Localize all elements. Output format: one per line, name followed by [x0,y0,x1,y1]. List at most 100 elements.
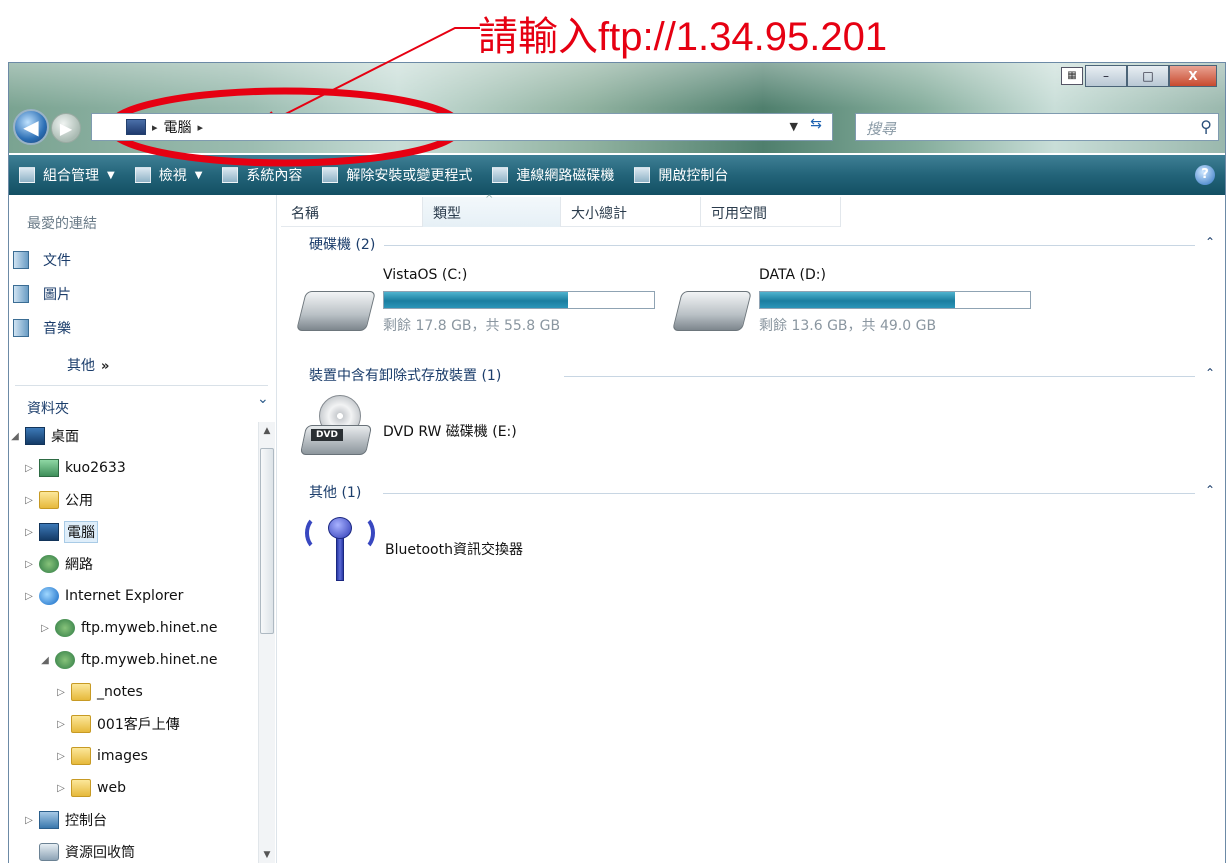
tree-expand-icon[interactable]: ▷ [55,687,67,698]
drive-item-d[interactable]: DATA (D:) 剩餘 13.6 GB，共 49.0 GB [672,267,1047,347]
tree-item-ftp-site[interactable]: ▷ ftp.myweb.hinet.ne [39,616,218,640]
close-button[interactable]: X [1169,65,1217,87]
tree-expand-icon[interactable]: ▷ [23,463,35,474]
tree-item-ftp-site-expanded[interactable]: ◢ ftp.myweb.hinet.ne [39,648,218,672]
dvd-drive-item[interactable]: DVD DVD RW 磁碟機 (E:) [299,395,601,465]
tree-item-label: _notes [97,684,143,700]
view-label: 檢視 [158,168,187,184]
chevron-down-icon[interactable]: ⌄ [257,391,269,407]
breadcrumb-separator[interactable]: ▸ [152,121,158,134]
tree-item-web[interactable]: ▷ web [55,776,126,800]
tree-expand-icon[interactable]: ◢ [9,431,21,442]
group-divider [383,493,1195,494]
tree-item-label: 001客戶上傳 [97,717,180,733]
dvd-drive-label: DVD RW 磁碟機 (E:) [383,424,517,440]
uninstall-program-label: 解除安裝或變更程式 [346,168,473,184]
system-properties-label: 系統內容 [246,168,303,184]
tree-scrollbar[interactable]: ▲ ▼ [258,422,275,863]
breadcrumb-computer[interactable]: 電腦 [164,117,192,137]
control-panel-icon [39,811,59,829]
forward-button[interactable]: ▶ [51,113,81,143]
dvd-badge: DVD [311,429,343,441]
organize-menu[interactable]: 組合管理 ▼ [9,155,125,195]
column-total-size[interactable]: 大小總計 [561,197,701,227]
tree-item-notes[interactable]: ▷ _notes [55,680,143,704]
dvd-drive-icon: DVD [299,395,373,459]
group-other[interactable]: 其他 (1) [309,483,361,501]
tree-item-desktop[interactable]: ◢ 桌面 [9,424,79,448]
documents-icon [13,251,29,269]
drive-item-c[interactable]: VistaOS (C:) 剩餘 17.8 GB，共 55.8 GB [296,267,671,347]
column-free-space[interactable]: 可用空間 [701,197,841,227]
window-controls: – □ X [1085,65,1217,87]
minimize-button[interactable]: – [1085,65,1127,87]
pictures-icon [13,285,29,303]
refresh-icon[interactable]: ⇆ [804,116,828,138]
collapse-icon[interactable]: ⌃ [1205,366,1215,380]
scrollbar-thumb[interactable] [260,448,274,634]
group-hard-drives[interactable]: 硬碟機 (2) [309,235,375,253]
bluetooth-item[interactable]: Bluetooth資訊交換器 [301,511,601,591]
tree-expand-icon[interactable]: ▷ [55,783,67,794]
scroll-up-icon[interactable]: ▲ [259,426,275,436]
folders-header[interactable]: 資料夾 [27,398,69,418]
antenna-head [328,517,352,539]
tree-item-label: web [97,780,126,796]
address-dropdown-icon[interactable]: ▼ [790,120,798,133]
map-network-drive-button[interactable]: 連線網路磁碟機 [482,155,624,195]
search-icon[interactable]: ⚲ [1200,117,1212,136]
help-icon[interactable]: ? [1195,165,1215,185]
collapse-icon[interactable]: ⌃ [1205,483,1215,497]
address-bar[interactable]: ▸ 電腦 ▸ ▼ ⇆ [91,113,833,141]
maximize-button[interactable]: □ [1127,65,1169,87]
open-control-panel-button[interactable]: 開啟控制台 [624,155,738,195]
tree-expand-icon[interactable]: ▷ [23,527,35,538]
view-menu[interactable]: 檢視 ▼ [125,155,213,195]
tree-expand-icon[interactable]: ▷ [55,719,67,730]
favorite-link-documents[interactable]: 文件 [13,250,71,270]
tree-collapse-icon[interactable]: ◢ [39,655,51,666]
tree-item-public[interactable]: ▷ 公用 [23,488,93,512]
system-properties-icon [222,167,239,183]
drive-usage-fill [384,292,568,308]
organize-icon [19,167,35,183]
tree-item-control-panel[interactable]: ▷ 控制台 [23,808,107,832]
tree-expand-icon[interactable]: ▷ [23,815,35,826]
column-name[interactable]: 名稱 [281,197,423,227]
tree-item-internet-explorer[interactable]: ▷ Internet Explorer [23,584,183,608]
group-removable-storage[interactable]: 裝置中含有卸除式存放裝置 (1) [309,366,501,384]
tree-item-client-upload[interactable]: ▷ 001客戶上傳 [55,712,180,736]
internet-explorer-icon [39,587,59,605]
tree-expand-icon[interactable]: ▷ [23,591,35,602]
favorite-link-music[interactable]: 音樂 [13,318,71,338]
back-button[interactable]: ◀ [13,109,49,145]
tree-item-network[interactable]: ▷ 網路 [23,552,93,576]
tree-expand-icon[interactable]: ▷ [23,495,35,506]
open-control-panel-label: 開啟控制台 [658,168,729,184]
favorite-link-pictures[interactable]: 圖片 [13,284,71,304]
tree-expand-icon[interactable]: ▷ [55,751,67,762]
organize-label: 組合管理 [43,168,99,184]
system-properties-button[interactable]: 系統內容 [212,155,312,195]
music-icon [13,319,29,337]
tree-item-user[interactable]: ▷ kuo2633 [23,456,126,480]
favorite-link-label: 音樂 [43,321,71,337]
tree-item-computer[interactable]: ▷ 電腦 [23,520,98,544]
ftp-site-icon [55,651,75,669]
collapse-icon[interactable]: ⌃ [1205,235,1215,249]
tree-item-label: 網路 [65,557,93,573]
scroll-down-icon[interactable]: ▼ [259,850,275,860]
breadcrumb-separator[interactable]: ▸ [198,121,204,134]
dropdown-icon: ▼ [194,169,203,181]
network-icon [39,555,59,573]
tree-expand-icon[interactable]: ▷ [39,623,51,634]
column-type[interactable]: 類型 [423,194,561,227]
uninstall-program-button[interactable]: 解除安裝或變更程式 [312,155,482,195]
drive-free-space: 剩餘 13.6 GB，共 49.0 GB [759,318,937,334]
tree-item-images[interactable]: ▷ images [55,744,148,768]
tree-expand-icon[interactable]: ▷ [23,559,35,570]
tree-item-recycle-bin[interactable]: 資源回收筒 [23,840,135,863]
more-links[interactable]: 其他 » [67,355,109,375]
search-input[interactable]: 搜尋 ⚲ [855,113,1219,141]
layout-icon[interactable]: ▦ [1061,67,1083,85]
